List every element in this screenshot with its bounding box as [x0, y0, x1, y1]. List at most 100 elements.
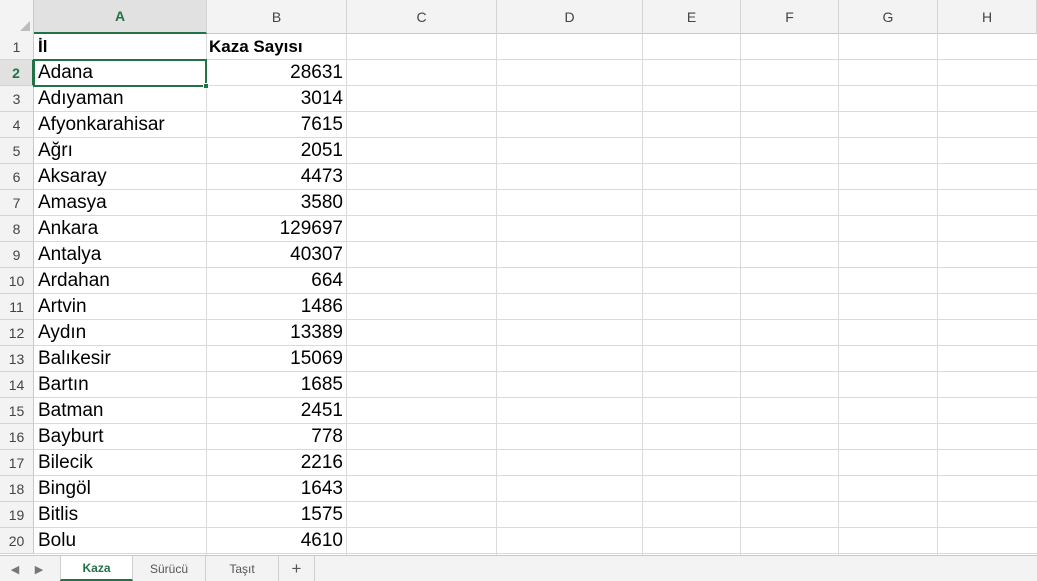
cell-kaza-sayisi[interactable]: 129697	[206, 216, 343, 242]
column-gridline	[740, 34, 741, 555]
cell-il[interactable]: Amasya	[38, 190, 107, 216]
select-all-triangle-icon	[20, 21, 30, 31]
column-header-e[interactable]: E	[643, 0, 741, 34]
cell-il[interactable]: Antalya	[38, 242, 101, 268]
spreadsheet-grid[interactable]: ABCDEFGH 1 2 3 4 5 6 7 8 9 10 11 12 13 14 15 16 17 18 19 20…	[0, 0, 1037, 555]
row-header-18[interactable]: 18	[0, 476, 34, 502]
cell-kaza-sayisi[interactable]: 1643	[206, 476, 343, 502]
row-header-9[interactable]: 9	[0, 242, 34, 268]
cell-il[interactable]: Bitlis	[38, 502, 78, 528]
row-header-7[interactable]: 7	[0, 190, 34, 216]
cell-kaza-sayisi[interactable]: 1486	[206, 294, 343, 320]
column-gridline	[346, 34, 347, 555]
gridlines	[34, 34, 1037, 555]
active-cell-selection[interactable]	[33, 59, 209, 89]
row-header-16[interactable]: 16	[0, 424, 34, 450]
row-header-19[interactable]: 19	[0, 502, 34, 528]
cell-il[interactable]: Bingöl	[38, 476, 91, 502]
row-gridline	[34, 449, 1037, 450]
row-header-15[interactable]: 15	[0, 398, 34, 424]
row-gridline	[34, 371, 1037, 372]
cell-kaza-sayisi[interactable]: 1685	[206, 372, 343, 398]
add-sheet-button[interactable]: +	[279, 556, 315, 581]
cell-kaza-sayisi[interactable]: 15069	[206, 346, 343, 372]
row-header-5[interactable]: 5	[0, 138, 34, 164]
row-gridline	[34, 111, 1037, 112]
cell-il[interactable]: Adıyaman	[38, 86, 124, 112]
row-gridline	[34, 163, 1037, 164]
cell-kaza-sayisi[interactable]: 13389	[206, 320, 343, 346]
row-header-10[interactable]: 10	[0, 268, 34, 294]
row-header-14[interactable]: 14	[0, 372, 34, 398]
row-gridline	[34, 241, 1037, 242]
cell-kaza-sayisi[interactable]: 3580	[206, 190, 343, 216]
row-header-11[interactable]: 11	[0, 294, 34, 320]
column-header-b[interactable]: B	[207, 0, 347, 34]
cell-il[interactable]: Balıkesir	[38, 346, 111, 372]
row-header-12[interactable]: 12	[0, 320, 34, 346]
fill-handle[interactable]	[203, 83, 209, 89]
cell-il[interactable]: Batman	[38, 398, 103, 424]
cell-kaza-sayisi[interactable]: 778	[206, 424, 343, 450]
column-header-h[interactable]: H	[938, 0, 1037, 34]
cell-il[interactable]: Ardahan	[38, 268, 110, 294]
column-header-c[interactable]: C	[347, 0, 497, 34]
row-gridline	[34, 553, 1037, 554]
cell-kaza-sayisi[interactable]: 4610	[206, 528, 343, 554]
row-header-17[interactable]: 17	[0, 450, 34, 476]
cell-il[interactable]: Aksaray	[38, 164, 107, 190]
column-header-d[interactable]: D	[497, 0, 643, 34]
cell-il[interactable]: Afyonkarahisar	[38, 112, 165, 138]
row-header-20[interactable]: 20	[0, 528, 34, 554]
row-gridline	[34, 397, 1037, 398]
cell-il[interactable]: Ağrı	[38, 138, 73, 164]
column-gridline	[838, 34, 839, 555]
row-header-8[interactable]: 8	[0, 216, 34, 242]
cell-kaza-sayisi[interactable]: 4473	[206, 164, 343, 190]
cell-kaza-sayisi[interactable]: 7615	[206, 112, 343, 138]
cell-kaza-sayisi[interactable]: 2451	[206, 398, 343, 424]
cell-il[interactable]: Bartın	[38, 372, 89, 398]
column-header-f[interactable]: F	[741, 0, 839, 34]
select-all-corner[interactable]	[0, 0, 34, 34]
sheet-tab-bar: ◀ ▶ Kaza Sürücü Taşıt +	[0, 555, 1037, 581]
cell-kaza-sayisi[interactable]: 664	[206, 268, 343, 294]
column-gridline	[937, 34, 938, 555]
column-header-a[interactable]: A	[34, 0, 207, 34]
sheet-tab-1[interactable]: Kaza	[60, 556, 133, 581]
row-header-3[interactable]: 3	[0, 86, 34, 112]
row-header-4[interactable]: 4	[0, 112, 34, 138]
column-header-g[interactable]: G	[839, 0, 938, 34]
cell-kaza-sayisi[interactable]: 2051	[206, 138, 343, 164]
cell-a1-header[interactable]: İl	[38, 34, 47, 60]
row-gridline	[34, 423, 1037, 424]
sheet-tab-2[interactable]: Sürücü	[133, 556, 206, 581]
cell-kaza-sayisi[interactable]: 3014	[206, 86, 343, 112]
row-header-2[interactable]: 2	[0, 60, 34, 86]
cell-kaza-sayisi[interactable]: 40307	[206, 242, 343, 268]
row-gridline	[34, 189, 1037, 190]
cell-il[interactable]: Ankara	[38, 216, 98, 242]
row-gridline	[34, 527, 1037, 528]
row-header-1[interactable]: 1	[0, 34, 34, 60]
cell-kaza-sayisi[interactable]: 28631	[206, 60, 343, 86]
sheet-tab-3[interactable]: Taşıt	[206, 556, 279, 581]
cell-il[interactable]: Bolu	[38, 528, 76, 554]
row-gridline	[34, 501, 1037, 502]
cell-b1-header[interactable]: Kaza Sayısı	[209, 34, 303, 60]
caret-right-icon[interactable]: ▶	[28, 556, 50, 581]
caret-left-icon[interactable]: ◀	[4, 556, 26, 581]
column-gridline	[496, 34, 497, 555]
cell-kaza-sayisi[interactable]: 2216	[206, 450, 343, 476]
row-header-6[interactable]: 6	[0, 164, 34, 190]
row-gridline	[34, 267, 1037, 268]
cell-il[interactable]: Bilecik	[38, 450, 93, 476]
cell-kaza-sayisi[interactable]: 1575	[206, 502, 343, 528]
row-gridline	[34, 293, 1037, 294]
column-header-row: ABCDEFGH	[0, 0, 1037, 34]
cell-il[interactable]: Bayburt	[38, 424, 103, 450]
row-gridline	[34, 215, 1037, 216]
cell-il[interactable]: Artvin	[38, 294, 87, 320]
row-header-13[interactable]: 13	[0, 346, 34, 372]
cell-il[interactable]: Aydın	[38, 320, 86, 346]
